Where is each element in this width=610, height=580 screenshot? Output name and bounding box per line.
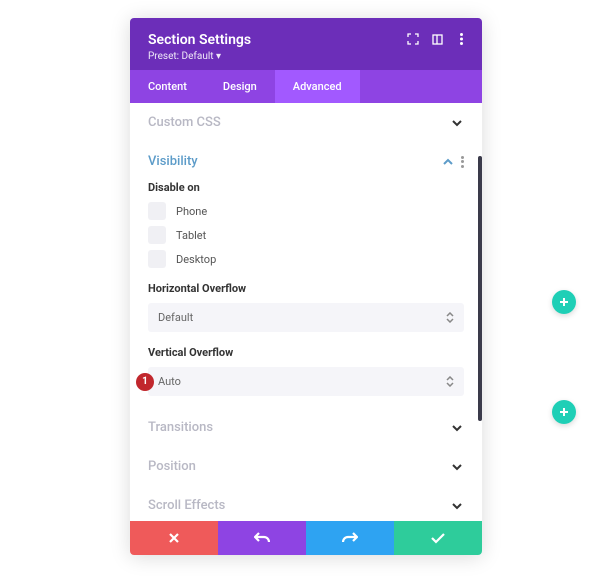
checkbox-phone-row: Phone bbox=[148, 202, 464, 220]
undo-button[interactable] bbox=[218, 521, 306, 555]
section-position[interactable]: Position bbox=[130, 447, 482, 486]
disable-on-label: Disable on bbox=[148, 181, 464, 194]
section-visibility[interactable]: Visibility bbox=[130, 142, 482, 181]
select-value: Auto bbox=[158, 375, 181, 388]
horizontal-overflow-label: Horizontal Overflow bbox=[148, 282, 464, 295]
section-label: Transitions bbox=[148, 420, 213, 435]
header-actions bbox=[406, 32, 468, 46]
section-label: Visibility bbox=[148, 154, 198, 169]
more-icon[interactable] bbox=[454, 32, 468, 46]
save-button[interactable] bbox=[394, 521, 482, 555]
section-label: Custom CSS bbox=[148, 115, 221, 130]
visibility-panel: Disable on Phone Tablet Desktop Horizont… bbox=[130, 181, 482, 408]
section-label: Position bbox=[148, 459, 196, 474]
chevron-down-icon bbox=[450, 460, 464, 474]
preset-selector[interactable]: Preset: Default ▾ bbox=[148, 51, 464, 62]
updown-icon bbox=[446, 312, 454, 323]
checkbox-tablet-row: Tablet bbox=[148, 226, 464, 244]
horizontal-overflow-field: Horizontal Overflow Default bbox=[148, 282, 464, 332]
cancel-button[interactable] bbox=[130, 521, 218, 555]
annotation-badge: 1 bbox=[136, 373, 154, 391]
checkbox-desktop-row: Desktop bbox=[148, 250, 464, 268]
vertical-overflow-label: Vertical Overflow bbox=[148, 346, 464, 359]
checkbox-tablet-label: Tablet bbox=[176, 229, 206, 242]
chevron-down-icon bbox=[450, 499, 464, 513]
section-transitions[interactable]: Transitions bbox=[130, 408, 482, 447]
add-section-button[interactable] bbox=[552, 400, 576, 424]
snap-icon[interactable] bbox=[430, 32, 444, 46]
checkbox-desktop[interactable] bbox=[148, 250, 166, 268]
chevron-down-icon bbox=[450, 421, 464, 435]
chevron-up-icon bbox=[441, 155, 455, 169]
tab-design[interactable]: Design bbox=[205, 70, 275, 103]
tab-content[interactable]: Content bbox=[130, 70, 205, 103]
tab-bar: Content Design Advanced bbox=[130, 70, 482, 103]
tab-advanced[interactable]: Advanced bbox=[275, 70, 360, 103]
add-section-button[interactable] bbox=[552, 290, 576, 314]
scrollbar[interactable] bbox=[478, 156, 482, 421]
settings-modal: Section Settings Preset: Default ▾ Conte… bbox=[130, 18, 482, 555]
expand-icon[interactable] bbox=[406, 32, 420, 46]
checkbox-tablet[interactable] bbox=[148, 226, 166, 244]
section-custom-css[interactable]: Custom CSS bbox=[130, 103, 482, 142]
checkbox-desktop-label: Desktop bbox=[176, 253, 216, 266]
select-value: Default bbox=[158, 311, 193, 324]
updown-icon bbox=[446, 376, 454, 387]
checkbox-phone[interactable] bbox=[148, 202, 166, 220]
vertical-overflow-field: Vertical Overflow 1 Auto bbox=[148, 346, 464, 396]
kebab-icon[interactable] bbox=[461, 156, 464, 168]
checkbox-phone-label: Phone bbox=[176, 205, 207, 218]
section-label: Scroll Effects bbox=[148, 498, 225, 513]
modal-footer bbox=[130, 521, 482, 555]
chevron-down-icon bbox=[450, 116, 464, 130]
vertical-overflow-select[interactable]: 1 Auto bbox=[148, 367, 464, 396]
redo-button[interactable] bbox=[306, 521, 394, 555]
section-scroll-effects[interactable]: Scroll Effects bbox=[130, 486, 482, 521]
modal-header: Section Settings Preset: Default ▾ bbox=[130, 18, 482, 70]
horizontal-overflow-select[interactable]: Default bbox=[148, 303, 464, 332]
modal-body: Custom CSS Visibility Disable on Phone bbox=[130, 103, 482, 521]
section-actions bbox=[441, 155, 464, 169]
